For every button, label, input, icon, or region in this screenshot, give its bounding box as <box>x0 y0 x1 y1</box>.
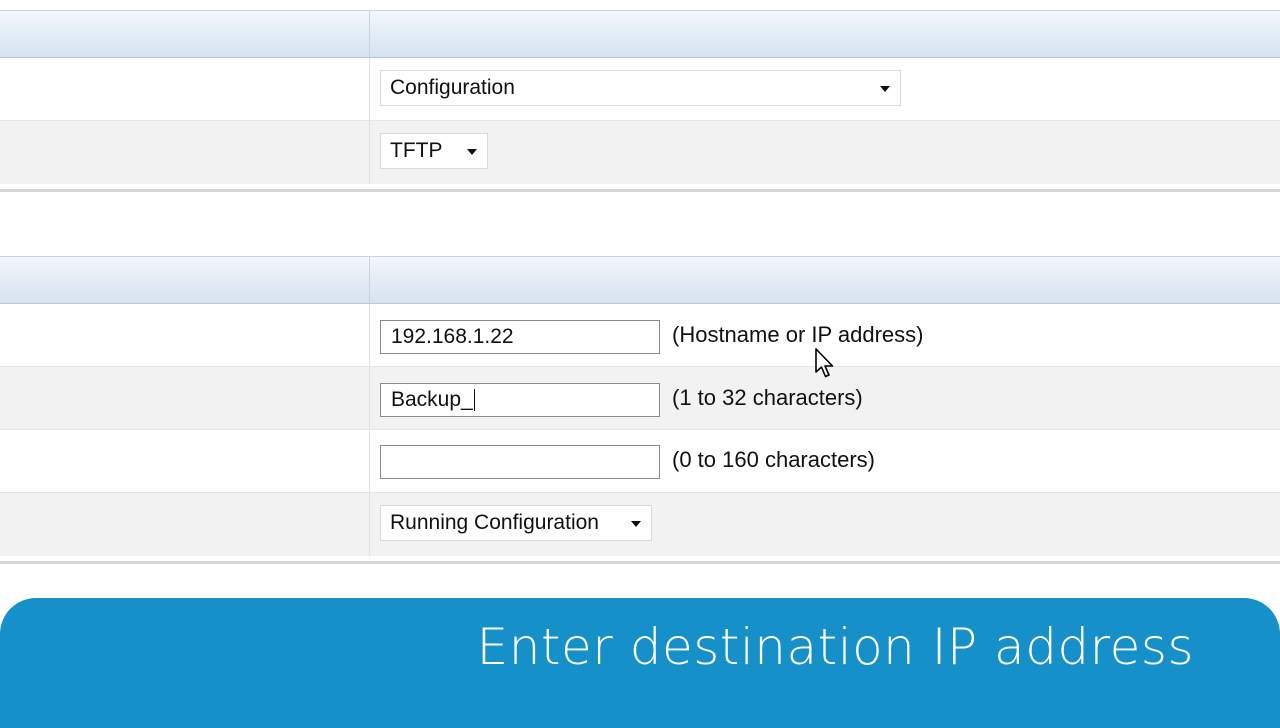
filename-row: Backup_ (1 to 32 characters) <box>0 367 1280 430</box>
file-type-row: Configuration <box>0 58 1280 121</box>
path-input[interactable] <box>380 445 660 479</box>
source-value: Running Configuration <box>390 511 599 534</box>
server-address-row: 192.168.1.22 (Hostname or IP address) <box>0 304 1280 367</box>
mouse-pointer-icon <box>815 348 834 378</box>
file-type-select[interactable]: Configuration <box>380 70 901 106</box>
filename-input[interactable]: Backup_ <box>380 383 660 417</box>
server-settings-panel: 192.168.1.22 (Hostname or IP address) Ba… <box>0 256 1280 564</box>
caret-down-icon <box>631 521 641 527</box>
server-address-hint: (Hostname or IP address) <box>672 322 924 347</box>
caption-banner: Enter destination IP address <box>0 598 1280 728</box>
filename-value: Backup_ <box>391 388 473 411</box>
source-row: Running Configuration <box>0 493 1280 556</box>
caret-down-icon <box>467 149 477 155</box>
path-row: (0 to 160 characters) <box>0 430 1280 493</box>
caption-text: Enter destination IP address <box>476 618 1194 676</box>
caret-down-icon <box>880 86 890 92</box>
text-cursor <box>473 389 475 412</box>
filename-hint: (1 to 32 characters) <box>672 385 863 410</box>
protocol-row: TFTP <box>0 121 1280 184</box>
protocol-select[interactable]: TFTP <box>380 133 488 169</box>
transfer-settings-panel: Configuration TFTP <box>0 10 1280 192</box>
panel-header <box>0 10 1280 58</box>
panel-header <box>0 256 1280 304</box>
server-address-input[interactable]: 192.168.1.22 <box>380 320 660 354</box>
source-select[interactable]: Running Configuration <box>380 505 652 541</box>
file-type-value: Configuration <box>390 76 515 99</box>
path-hint: (0 to 160 characters) <box>672 447 875 472</box>
protocol-value: TFTP <box>390 139 443 162</box>
